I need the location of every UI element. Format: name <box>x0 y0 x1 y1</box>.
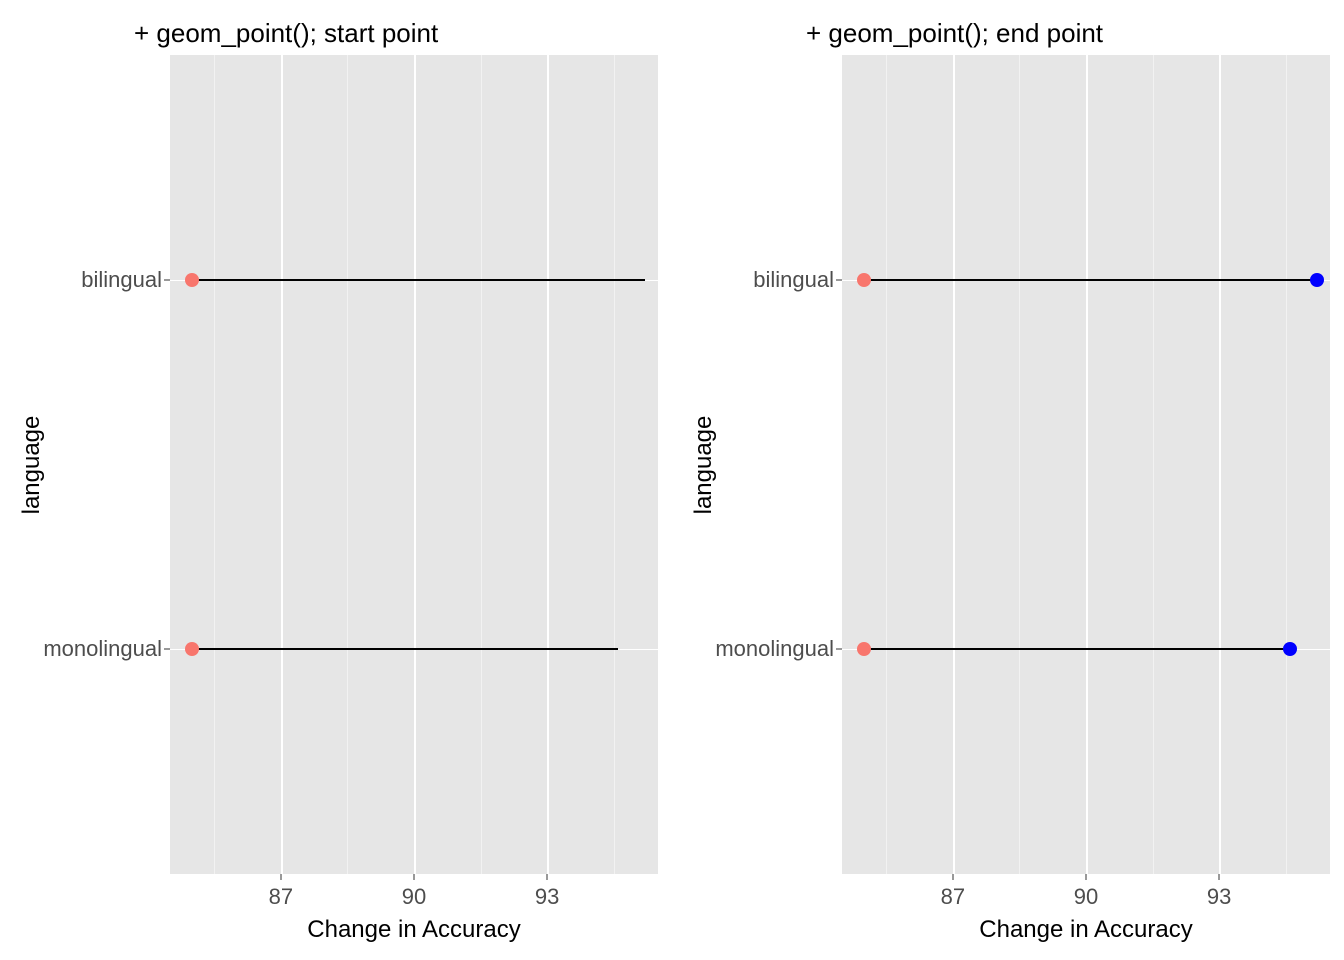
y-axis-label-wrap: language <box>14 55 50 874</box>
facet-left: + geom_point(); start point language bil… <box>0 0 672 960</box>
grid-line-minor <box>886 55 887 874</box>
plot-panel <box>842 55 1330 874</box>
grid-line-major <box>547 55 549 874</box>
x-tick-label: 87 <box>269 884 293 910</box>
x-tick-mark <box>952 874 953 880</box>
grid-line-major <box>1086 55 1088 874</box>
segment <box>864 279 1317 281</box>
y-axis-label-wrap: language <box>686 55 722 874</box>
x-tick-mark <box>547 874 548 880</box>
data-point <box>185 642 199 656</box>
y-axis-label: language <box>690 415 718 514</box>
data-point <box>857 642 871 656</box>
y-axis-label: language <box>18 415 46 514</box>
facet-right: + geom_point(); end point language bilin… <box>672 0 1344 960</box>
grid-line-minor <box>1019 55 1020 874</box>
y-tick-column: bilingual monolingual <box>722 55 842 874</box>
plot-panel <box>170 55 658 874</box>
grid-line-minor <box>614 55 615 874</box>
segment <box>192 648 618 650</box>
plot-panel-wrap <box>170 55 658 874</box>
data-point <box>1310 273 1324 287</box>
x-axis-row: 87 90 93 <box>686 874 1330 916</box>
data-point <box>857 273 871 287</box>
x-tick-label: 93 <box>535 884 559 910</box>
figure: + geom_point(); start point language bil… <box>0 0 1344 960</box>
y-tick-column: bilingual monolingual <box>50 55 170 874</box>
data-point <box>1283 642 1297 656</box>
x-tick-label: 93 <box>1207 884 1231 910</box>
segment <box>864 648 1290 650</box>
y-tick-label: monolingual <box>715 636 834 662</box>
data-point <box>185 273 199 287</box>
grid-line-minor <box>1286 55 1287 874</box>
x-axis-label: Change in Accuracy <box>842 916 1330 960</box>
y-tick-label: bilingual <box>753 267 834 293</box>
plot-row: language bilingual monolingual <box>686 55 1330 874</box>
grid-line-minor <box>1153 55 1154 874</box>
segment <box>192 279 645 281</box>
grid-line-minor <box>481 55 482 874</box>
grid-line-major <box>281 55 283 874</box>
grid-line-major <box>414 55 416 874</box>
plot-title: + geom_point(); start point <box>134 0 658 55</box>
x-tick-mark <box>1086 874 1087 880</box>
plot-row: language bilingual monolingual <box>14 55 658 874</box>
x-tick-mark <box>414 874 415 880</box>
x-axis-label: Change in Accuracy <box>170 916 658 960</box>
x-tick-area: 87 90 93 <box>842 874 1330 916</box>
x-tick-area: 87 90 93 <box>170 874 658 916</box>
plot-title: + geom_point(); end point <box>806 0 1330 55</box>
x-tick-mark <box>1219 874 1220 880</box>
x-tick-label: 90 <box>402 884 426 910</box>
x-tick-label: 87 <box>941 884 965 910</box>
x-axis-row: 87 90 93 <box>14 874 658 916</box>
y-tick-label: monolingual <box>43 636 162 662</box>
grid-line-minor <box>214 55 215 874</box>
x-tick-mark <box>280 874 281 880</box>
plot-panel-wrap <box>842 55 1330 874</box>
y-tick-label: bilingual <box>81 267 162 293</box>
x-tick-label: 90 <box>1074 884 1098 910</box>
grid-line-minor <box>347 55 348 874</box>
grid-line-major <box>1219 55 1221 874</box>
grid-line-major <box>953 55 955 874</box>
